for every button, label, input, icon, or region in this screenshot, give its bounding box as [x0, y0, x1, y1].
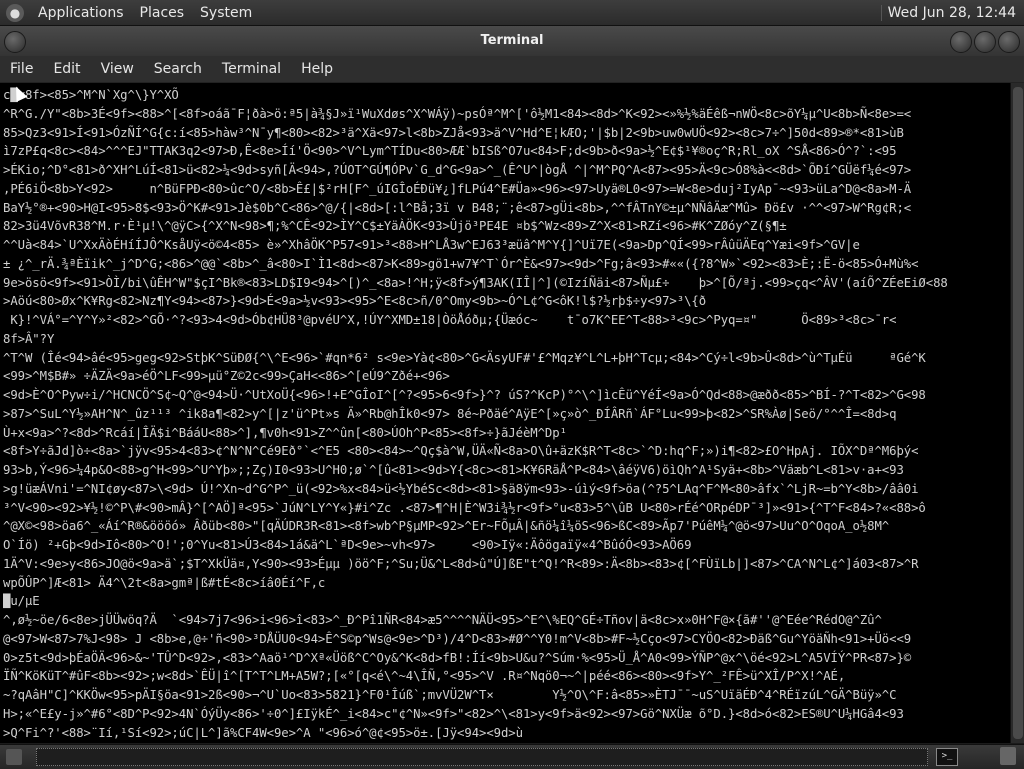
- panel-menu-applications[interactable]: Applications: [30, 5, 132, 21]
- terminal-line: 85>Qz3<91>Í<91>ÓzÑÍ^G{c:í<85>hàw³^N¯y¶<8…: [3, 125, 904, 140]
- terminal-menubar: File Edit View Search Terminal Help: [0, 56, 1024, 83]
- bottom-taskbar: >_: [0, 744, 1024, 769]
- taskbar-window-button[interactable]: [36, 748, 928, 766]
- terminal-line: >87>^SuL^Y½»AH^N^_ûz¹¹³ ^ik8a¶<82>y^[|z'…: [3, 406, 897, 421]
- terminal-line: <8f>Y÷ãJd]ò÷<8a>`jÿv<95>4<83>¢^N^N^Cé9Eð…: [3, 444, 919, 459]
- scrollbar-thumb[interactable]: [1013, 87, 1023, 739]
- terminal-line: 93>b,Ý<96>¼4p&O<88>g^H<99>^U^Yþ»;;Zç)I0<…: [3, 463, 904, 477]
- terminal-text: c█<8f><85>^M^N`Xg^\}Y^XÕ ^R^G./Y"<8b>3É<9…: [0, 83, 1010, 743]
- terminal-line: ÏÑ^KöKüT^#ûF<8b><92>;w<8d>`ÊÜ|î^[T^T^LM+…: [3, 669, 846, 684]
- menu-help[interactable]: Help: [291, 61, 343, 77]
- terminal-line: BaY½°®+<90>H@I<95>8$<93>Ö^K#<91>Jè$0b^C<…: [3, 200, 912, 215]
- terminal-line: W10: Warning: Changing a readonly file: [3, 742, 1010, 743]
- terminal-line: ^^Uà<84>`U^XxÄòÉHíÍJÔ^KsåUÿ<ö©4<85> è»^X…: [3, 238, 860, 252]
- terminal-line: <9d>È^O^Pyw÷i/^HCNCÖ^S¢~Q^@<94>Ü·^UtXoÜ{…: [3, 388, 926, 402]
- terminal-line: >Q^Fi^?'<88>¨Ií,¹Sí<92>;úC|L^]ã%CF4W<9e>…: [3, 725, 523, 740]
- menu-file[interactable]: File: [0, 61, 43, 77]
- terminal-line: <99>^M$B#» ÷ÄZÄ<9a>éÖ^LF<99>µü°Z©2c<99>Ç…: [3, 369, 450, 384]
- terminal-line: >g!üæÁVni'=^NI¢øy<87>\<9d> Ú!^Xn~d^G^P^_…: [3, 481, 919, 496]
- terminal-line: ,PÉ6iÖ<8b>Y<92> n^BüFPÐ<80>ûc^O/<8b>Ê£|$…: [3, 181, 912, 196]
- menu-view[interactable]: View: [91, 61, 144, 77]
- terminal-line: ^@X©<98>öa6^_«Áí^R®&öööó» Âðüb<80>"[qÄÚD…: [3, 519, 890, 534]
- system-logo-icon[interactable]: ●: [6, 3, 24, 22]
- terminal-scrollbar[interactable]: [1010, 83, 1024, 743]
- terminal-line: 82>3ü4VõvR38^M.r·È¹µ!\^@ÿC>{^X^N<98>¶;%^…: [3, 219, 787, 234]
- terminal-line: O`Íö) ²+Gþ<9d>Iô<80>^O!';0^Yu<81>Ú3<84>1…: [3, 538, 692, 552]
- terminal-line: 9e>ösö<9f><91>ÒÌ/bi\ûÊH^W"$çI^Bk®<83>LD$…: [3, 275, 948, 290]
- window-titlebar[interactable]: Terminal: [0, 26, 1024, 56]
- terminal-line: Ù+x<9a>^?<8d>^Rcáí|ÎÄ$i^BááU<88>^],¶v0h<…: [3, 425, 567, 440]
- terminal-line: █u/µE: [3, 594, 40, 609]
- menu-terminal[interactable]: Terminal: [212, 61, 291, 77]
- trash-icon[interactable]: [1000, 747, 1016, 765]
- terminal-line: H>;«^E£y-j»^#6°<8D^P<92>4N`ÓýÜy<86>'÷0^]…: [3, 706, 904, 721]
- panel-clock[interactable]: Wed Jun 28, 12:44: [880, 4, 1024, 21]
- window-title: Terminal: [480, 33, 544, 48]
- terminal-line: ~?qAâH"C]^KKÖw<95>pÄI§öa<91>2ß<90>¬^U`Uo…: [3, 688, 897, 702]
- terminal-line: ³^V<90><92>¥½!©^P\#<90>mÂ}^[^AÖ]ª<95>`Jú…: [3, 500, 926, 515]
- top-panel: ● Applications Places System Wed Jun 28,…: [0, 0, 1024, 26]
- terminal-line: ± ¿^_rÄ.¾ªÈïik^_j^D^G;<86>^@@`<8b>^_â<80…: [3, 256, 919, 271]
- terminal-line: 0>z5t<9d>þÉaÖÄ<96>&~'TÛ^D<92>,<83>^Aaö¹^…: [3, 650, 912, 665]
- window-menu-button[interactable]: [4, 31, 26, 53]
- maximize-button[interactable]: [974, 31, 996, 53]
- minimize-button[interactable]: [950, 31, 972, 53]
- terminal-line: 1Ä^V:<9e>y<86>JO@ö<9a>ä`;$T^XkÜä¤,Y<90><…: [3, 556, 919, 571]
- show-desktop-icon[interactable]: [6, 749, 22, 765]
- terminal-line: wpÕÛP^]Æ<81> Ä4^\2t<8a>gmª|ß#tÉ<8c>íâ0Éí…: [3, 575, 326, 590]
- terminal-line: ì7zP£q<8c><84>^^^EJ"TTAK3q2<97>Ð,Ê<8e>Íí…: [3, 144, 897, 159]
- terminal-line: 8f>Â"?Y: [3, 331, 55, 346]
- menu-search[interactable]: Search: [144, 61, 212, 77]
- terminal-line: @<97>W<87>7%J<98> J <8b>e,@÷'ñ<90>³DÅÜU0…: [3, 631, 912, 646]
- terminal-line: c█<8f><85>^M^N`Xg^\}Y^XÕ: [3, 88, 179, 102]
- close-button[interactable]: [998, 31, 1020, 53]
- panel-menu-system[interactable]: System: [192, 5, 260, 21]
- terminal-output[interactable]: c█<8f><85>^M^N`Xg^\}Y^XÕ ^R^G./Y"<8b>3É<9…: [0, 83, 1010, 743]
- terminal-line: >Aöú<80>Øx^K¥Rg<82>Nz¶Y<94><87>}<9d>É<9a…: [3, 294, 707, 309]
- terminal-launcher-icon[interactable]: >_: [936, 748, 958, 766]
- terminal-line: >ÉKio;^D°<81>ð^XH^LúÍ<81>ü<82>¼<9d>syñ[Ä…: [3, 163, 912, 177]
- terminal-line: K}!^VÁ°=^Y^Y»²<82>^GÕ·^?<93>4<9d>Ób¢HÜ8³…: [3, 313, 897, 327]
- menu-edit[interactable]: Edit: [43, 61, 90, 77]
- terminal-line: ^,ø½~öe/6<8e>jÜÜwöq?Ä `<94>7j7<96>i<96>î…: [3, 613, 882, 627]
- terminal-line: ^T^W (Îé<94>âé<95>geg<92>StþK^SüÐØ{^\^E<…: [3, 350, 926, 365]
- panel-menu-places[interactable]: Places: [132, 5, 193, 21]
- terminal-line: ^R^G./Y"<8b>3É<9f><88>^[<8f>oáã¯F¦ðà>ö:ª…: [3, 106, 912, 121]
